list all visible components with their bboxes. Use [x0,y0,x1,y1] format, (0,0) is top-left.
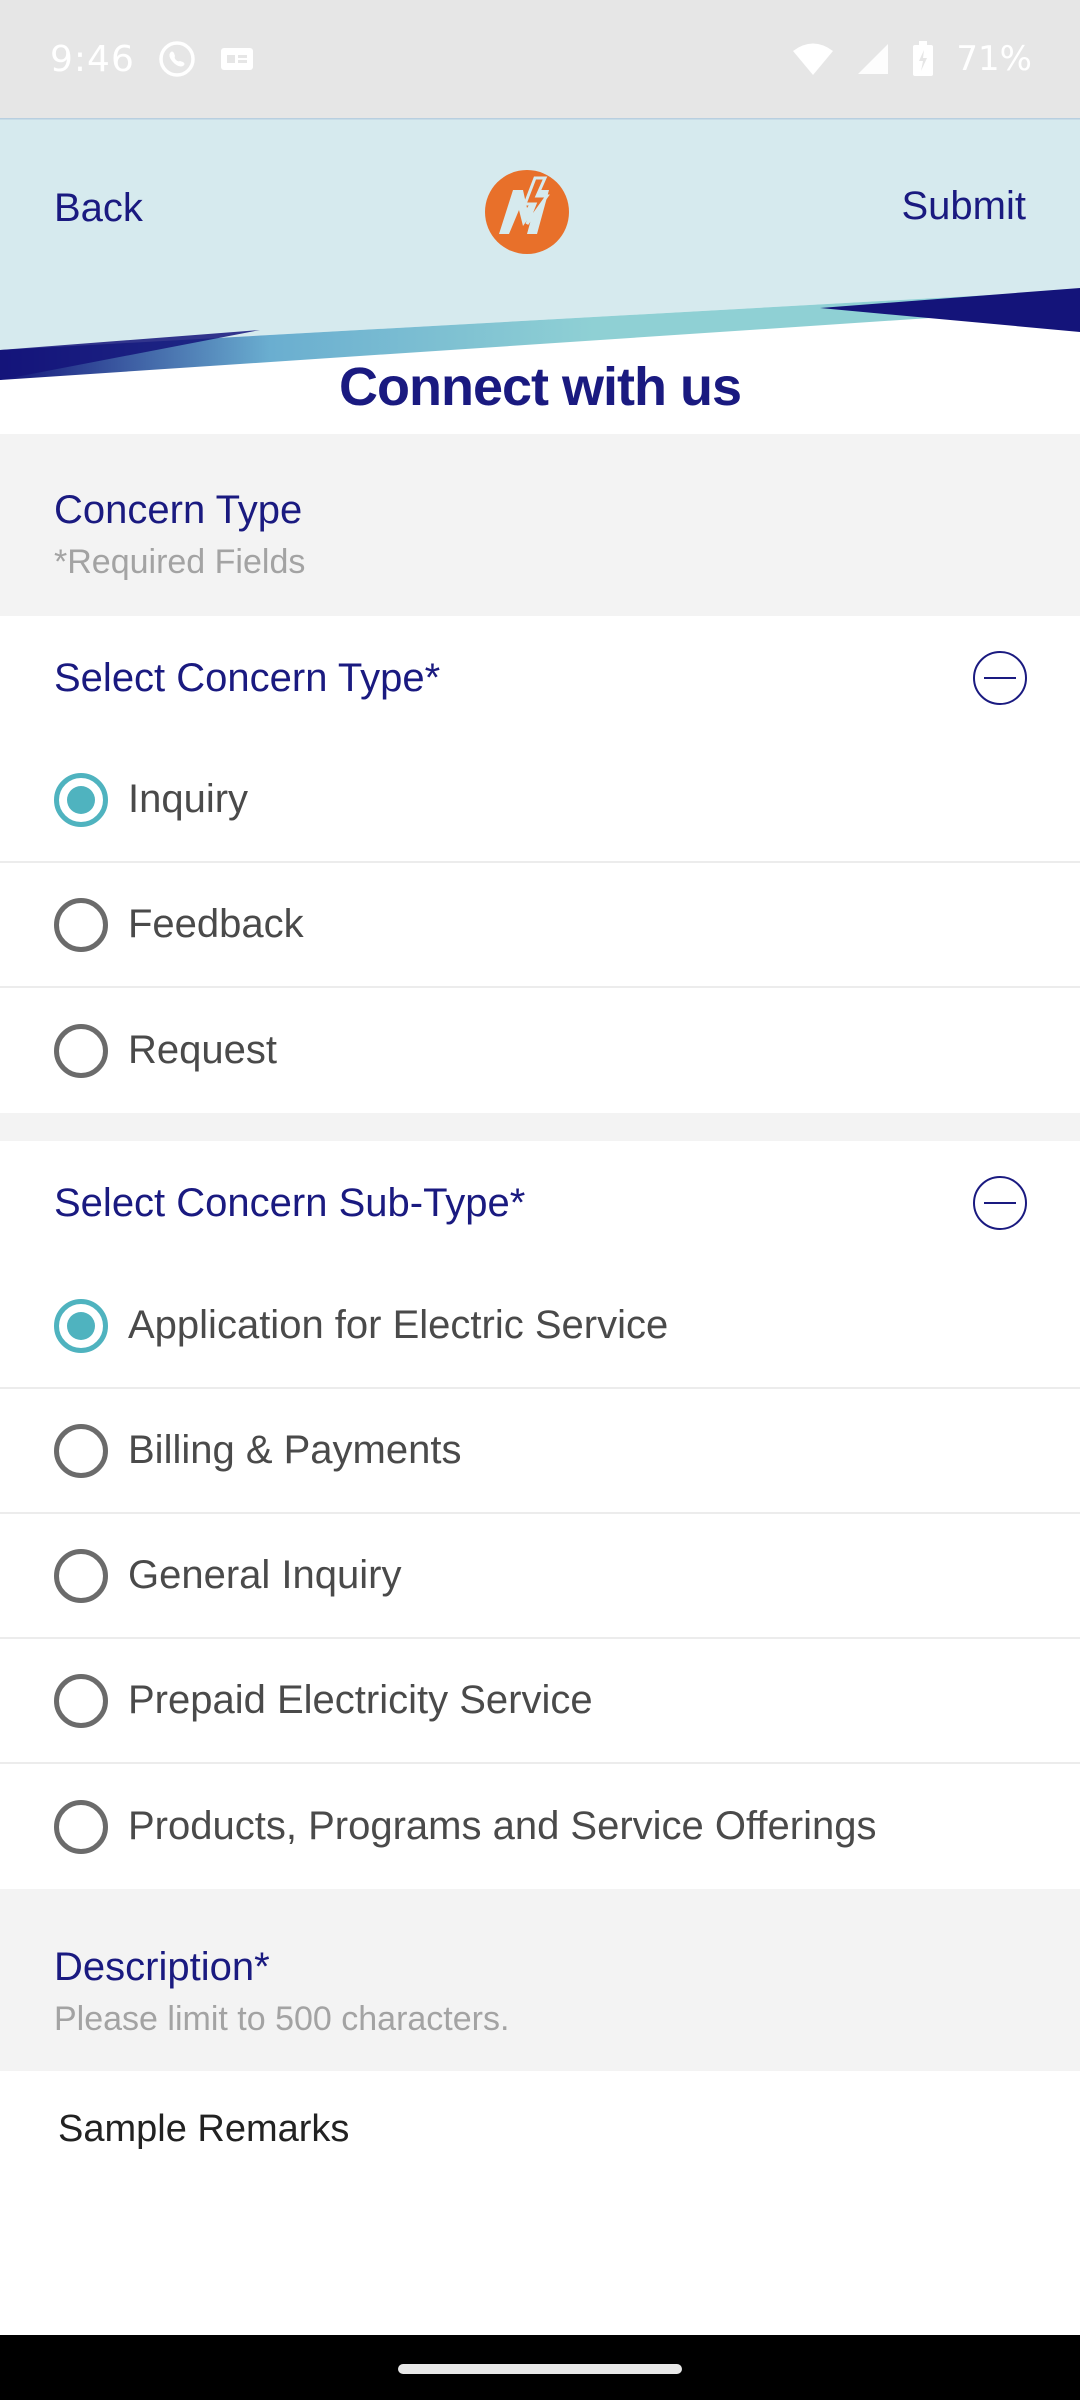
card-icon [220,48,253,70]
radio-label: Products, Programs and Service Offerings [128,1804,877,1848]
radio-option-application-for-electric-service[interactable]: Application for Electric Service [0,1264,1080,1389]
group-title: Select Concern Type* [54,655,441,700]
collapse-icon[interactable] [972,650,1028,706]
radio-option-feedback[interactable]: Feedback [0,863,1080,988]
radio-option-inquiry[interactable]: Inquiry [0,738,1080,863]
wifi-icon [793,43,834,75]
concern-type-group-header[interactable]: Select Concern Type* [0,618,1080,738]
battery-percent: 71% [956,39,1032,79]
radio-option-prepaid-electricity-service[interactable]: Prepaid Electricity Service [0,1639,1080,1764]
viber-icon [159,41,195,77]
radio-label: Application for Electric Service [128,1303,669,1347]
radio-option-general-inquiry[interactable]: General Inquiry [0,1514,1080,1639]
radio-label: Feedback [128,902,304,946]
group-title: Select Concern Sub-Type* [54,1180,526,1225]
radio-unselected-icon[interactable] [54,1423,108,1478]
radio-label: Billing & Payments [128,1428,462,1472]
radio-unselected-icon[interactable] [54,1673,108,1728]
radio-label: General Inquiry [128,1553,402,1597]
section-title: Concern Type [54,488,303,532]
radio-option-billing-payments[interactable]: Billing & Payments [0,1389,1080,1514]
section-divider [0,1113,1080,1141]
radio-label: Prepaid Electricity Service [128,1678,593,1722]
concern-subtype-group-header[interactable]: Select Concern Sub-Type* [0,1143,1080,1263]
collapse-icon[interactable] [972,1175,1028,1231]
concern-type-section-header: Concern Type *Required Fields [0,434,1080,616]
description-section-header: Description* Please limit to 500 charact… [0,1889,1080,2071]
description-title: Description* [54,1945,270,1989]
radio-label: Inquiry [128,777,249,821]
status-right: 71% [792,39,1032,79]
description-value[interactable]: Sample Remarks [58,2108,349,2151]
radio-option-request[interactable]: Request [0,988,1080,1113]
signal-icon [858,44,889,74]
meralco-logo [485,170,569,254]
status-left: 9:46 [50,39,255,80]
radio-unselected-icon[interactable] [54,1023,108,1078]
required-fields-note: *Required Fields [54,543,306,581]
submit-button[interactable]: Submit [902,184,1027,229]
header: Back Submit Connect with us [0,118,1080,430]
description-hint: Please limit to 500 characters. [54,2000,510,2038]
radio-selected-icon[interactable] [54,1298,108,1353]
battery-icon [913,41,934,76]
status-bar: 9:46 71% [0,0,1080,118]
radio-unselected-icon[interactable] [54,1548,108,1603]
radio-label: Request [128,1028,277,1072]
radio-option-products-programs[interactable]: Products, Programs and Service Offerings [0,1764,1080,1889]
page-title: Connect with us [339,357,742,417]
home-indicator[interactable] [398,2364,682,2374]
radio-selected-icon[interactable] [54,772,108,827]
screen: 9:46 71% Back Submit Connect with us Con… [0,0,1080,2400]
back-button[interactable]: Back [54,186,143,231]
radio-unselected-icon[interactable] [54,1799,108,1854]
status-time: 9:46 [50,38,135,80]
radio-unselected-icon[interactable] [54,897,108,952]
